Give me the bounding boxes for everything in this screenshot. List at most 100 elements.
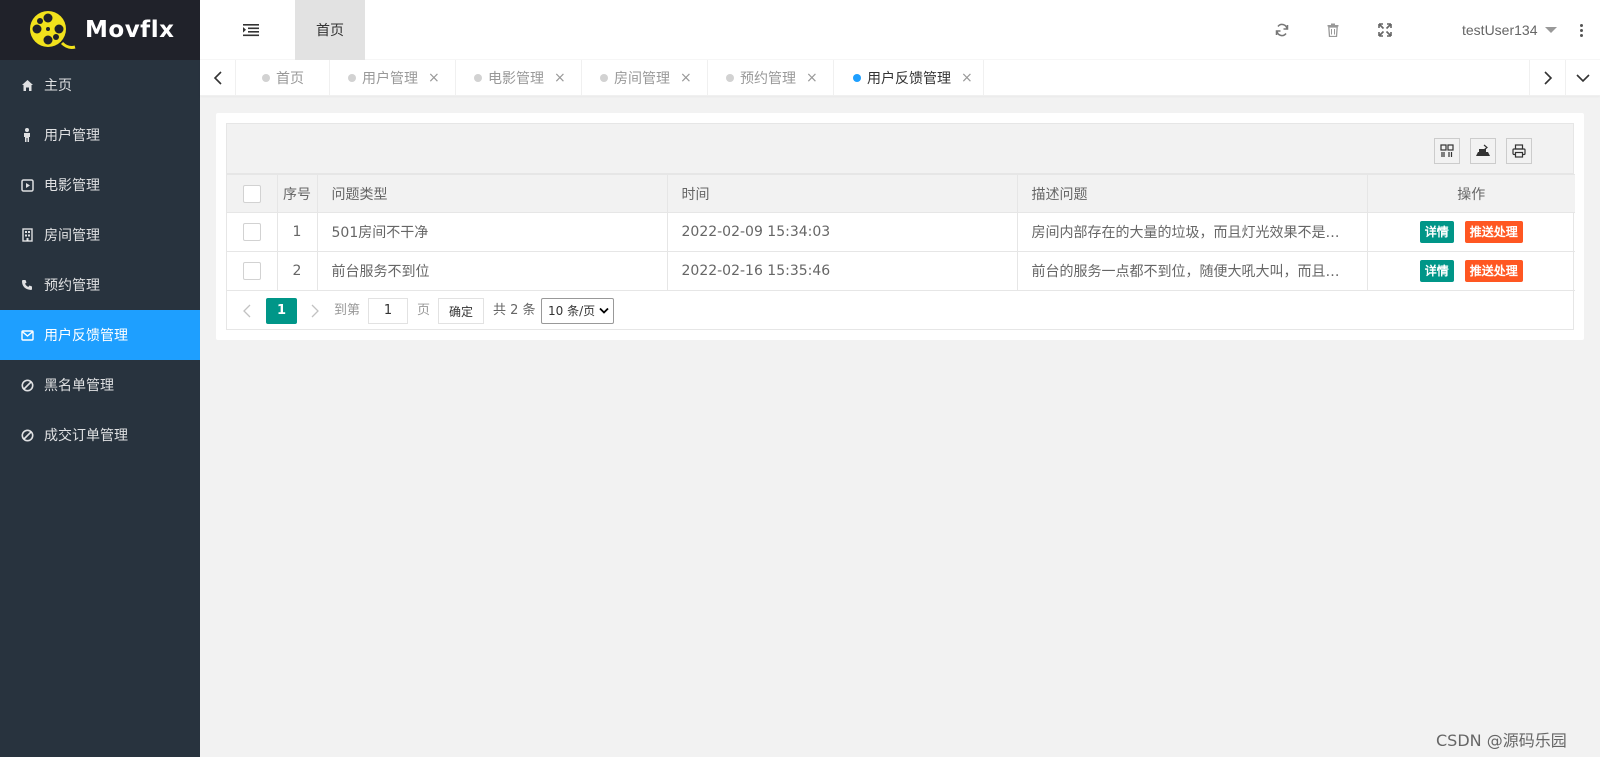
row-index: 2 [276, 251, 318, 291]
column-header[interactable]: 序号 [276, 174, 318, 213]
sidebar-item-movies[interactable]: 电影管理 [0, 160, 200, 210]
push-process-button[interactable]: 推送处理 [1464, 260, 1523, 282]
row-checkbox[interactable] [242, 262, 261, 280]
tab-bar: 首页 用户管理 × 电影管理 × 房间管理 × 预约管理 × 用户反馈管理 × [200, 60, 1600, 96]
issue-time: 2022-02-16 15:35:46 [666, 251, 1018, 291]
sidebar-item-label: 电影管理 [44, 178, 100, 194]
play-square-icon [20, 178, 34, 192]
tab-dot [853, 74, 861, 82]
sidebar: Movflx 主页 用户管理 电影管理 房间管理 预约管理 用户反馈管理 黑名单… [0, 0, 200, 757]
page-label: 页 [417, 303, 431, 318]
page-current[interactable]: 1 [266, 298, 297, 324]
tab-dot [262, 74, 270, 82]
sidebar-item-label: 黑名单管理 [44, 378, 114, 394]
tab-dot [348, 74, 356, 82]
push-process-button[interactable]: 推送处理 [1464, 221, 1523, 243]
select-all-cell [227, 174, 278, 213]
tab-movies[interactable]: 电影管理 × [456, 60, 582, 96]
more-vertical-icon[interactable] [1576, 20, 1586, 40]
goto-page-input[interactable] [368, 298, 408, 324]
tab-label: 电影管理 [488, 71, 544, 87]
male-icon [20, 128, 34, 142]
detail-button[interactable]: 详情 [1419, 260, 1454, 282]
column-header[interactable]: 时间 [666, 174, 1018, 213]
select-all-checkbox[interactable] [242, 184, 261, 203]
print-icon[interactable] [1506, 138, 1532, 164]
pagination: 1 到第 页 确定 共 2 条 10 条/页 [227, 291, 1573, 330]
column-header[interactable]: 操作 [1366, 174, 1575, 213]
close-icon[interactable]: × [961, 70, 973, 86]
building-icon [20, 228, 34, 242]
envelope-icon [20, 328, 34, 342]
sidebar-item-label: 房间管理 [44, 228, 100, 244]
phone-icon [20, 278, 34, 292]
sidebar-item-orders[interactable]: 成交订单管理 [0, 410, 200, 460]
tab-home[interactable]: 首页 [236, 60, 330, 96]
page-size-value: 10 条/页 [548, 304, 596, 318]
user-menu[interactable]: testUser134 [1462, 20, 1537, 40]
sidebar-item-label: 用户管理 [44, 128, 100, 144]
table-row: 2 前台服务不到位 2022-02-16 15:35:46 前台的服务一点都不到… [227, 251, 1575, 291]
row-check-cell [227, 251, 278, 291]
chevron-right-icon[interactable] [305, 298, 325, 324]
columns-filter-icon[interactable] [1434, 138, 1460, 164]
home-icon [20, 78, 34, 92]
tab-dot [600, 74, 608, 82]
sidebar-item-users[interactable]: 用户管理 [0, 110, 200, 160]
tab-dot [474, 74, 482, 82]
sidebar-item-home[interactable]: 主页 [0, 60, 200, 110]
film-reel-icon [28, 9, 76, 51]
chevron-down-icon [599, 307, 609, 314]
table-header-row: 序号 问题类型 时间 描述问题 操作 [227, 174, 1575, 213]
tab-rooms[interactable]: 房间管理 × [582, 60, 708, 96]
column-header[interactable]: 问题类型 [316, 174, 668, 213]
tab-scroll-left-icon[interactable] [200, 60, 236, 96]
issue-time: 2022-02-09 15:34:03 [666, 212, 1018, 252]
goto-confirm-button[interactable]: 确定 [438, 298, 484, 324]
sidebar-item-label: 预约管理 [44, 278, 100, 294]
page-size-select[interactable]: 10 条/页 [541, 298, 614, 324]
tab-users[interactable]: 用户管理 × [331, 60, 456, 96]
tab-label: 首页 [276, 71, 304, 87]
tab-label: 用户管理 [362, 71, 418, 87]
sidebar-item-reservations[interactable]: 预约管理 [0, 260, 200, 310]
watermark: CSDN @源码乐园 [1436, 731, 1567, 750]
feedback-table: 序号 问题类型 时间 描述问题 操作 1 501房间不干净 2022-02-09… [227, 174, 1575, 291]
row-checkbox[interactable] [242, 223, 261, 241]
tab-scroll-right-icon[interactable] [1529, 60, 1565, 96]
sidebar-item-blacklist[interactable]: 黑名单管理 [0, 360, 200, 410]
header-home-tab[interactable]: 首页 [295, 0, 365, 60]
table-toolbar [227, 124, 1573, 174]
total-count: 共 2 条 [493, 303, 536, 318]
ban-icon [20, 428, 34, 442]
sidebar-item-rooms[interactable]: 房间管理 [0, 210, 200, 260]
tab-dot [726, 74, 734, 82]
close-icon[interactable]: × [554, 70, 566, 86]
brand-logo[interactable]: Movflx [0, 0, 200, 60]
content-card: 序号 问题类型 时间 描述问题 操作 1 501房间不干净 2022-02-09… [216, 113, 1584, 340]
tab-feedback[interactable]: 用户反馈管理 × [834, 60, 984, 96]
data-table: 序号 问题类型 时间 描述问题 操作 1 501房间不干净 2022-02-09… [226, 123, 1575, 330]
chevron-left-icon[interactable] [237, 298, 257, 324]
menu-toggle-icon[interactable] [240, 20, 262, 40]
issue-description: 前台的服务一点都不到位，随便大吼大叫，而且服… [1016, 251, 1368, 291]
trash-icon[interactable] [1323, 20, 1343, 40]
issue-type: 前台服务不到位 [316, 251, 668, 291]
sidebar-item-label: 主页 [44, 78, 72, 94]
close-icon[interactable]: × [428, 70, 440, 86]
row-actions: 详情 推送处理 [1366, 251, 1575, 291]
tab-reservations[interactable]: 预约管理 × [708, 60, 834, 96]
tab-label: 预约管理 [740, 71, 796, 87]
tab-menu-chevron-down-icon[interactable] [1565, 60, 1600, 96]
chevron-down-icon[interactable] [1545, 27, 1557, 33]
detail-button[interactable]: 详情 [1419, 221, 1454, 243]
export-icon[interactable] [1470, 138, 1496, 164]
fullscreen-icon[interactable] [1375, 20, 1395, 40]
close-icon[interactable]: × [680, 70, 692, 86]
row-actions: 详情 推送处理 [1366, 212, 1575, 252]
sidebar-item-feedback[interactable]: 用户反馈管理 [0, 310, 200, 360]
refresh-icon[interactable] [1272, 20, 1292, 40]
close-icon[interactable]: × [806, 70, 818, 86]
brand-name: Movflx [85, 17, 175, 43]
column-header[interactable]: 描述问题 [1016, 174, 1368, 213]
